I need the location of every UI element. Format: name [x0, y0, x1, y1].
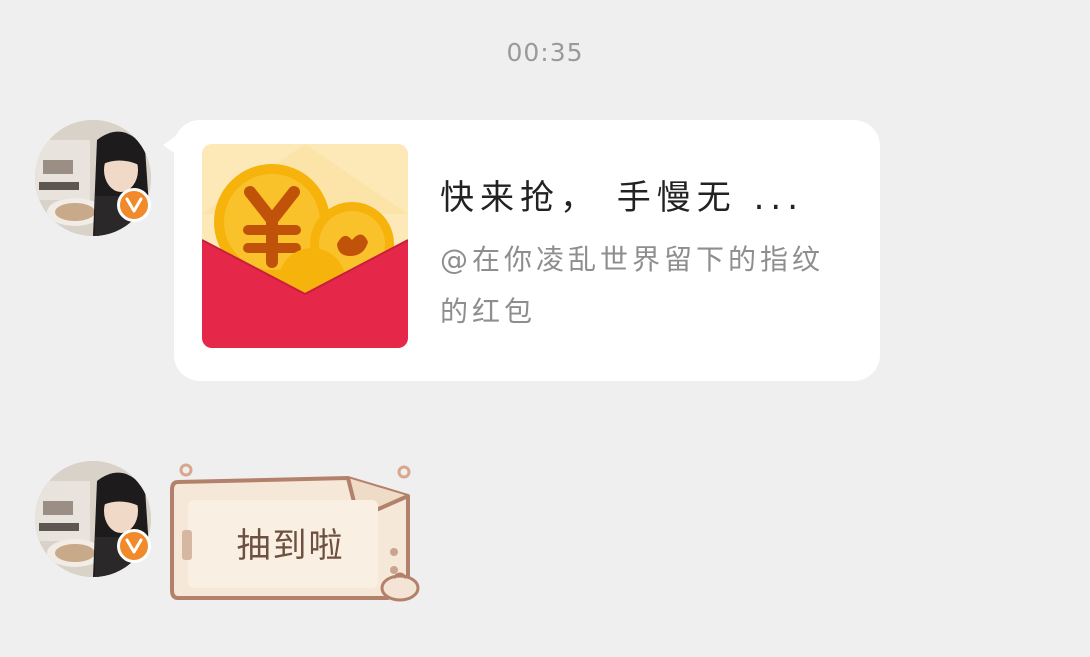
red-packet-subtitle: @在你凌乱世界留下的指纹的红包 — [440, 243, 825, 328]
verified-badge-icon — [117, 188, 151, 222]
sticker-caption: 抽到啦 — [236, 526, 345, 566]
sender-avatar[interactable] — [35, 120, 151, 236]
sticker-message[interactable]: 抽到啦 — [168, 460, 428, 610]
red-packet-message[interactable]: 快来抢， 手慢无 ... @在你凌乱世界留下的指纹的红包 — [174, 120, 880, 381]
verified-badge-icon — [117, 529, 151, 563]
message-timestamp: 00:35 — [506, 38, 584, 67]
red-packet-title: 快来抢， 手慢无 ... — [440, 178, 805, 218]
red-packet-icon — [202, 144, 408, 348]
sender-avatar[interactable] — [35, 461, 151, 577]
